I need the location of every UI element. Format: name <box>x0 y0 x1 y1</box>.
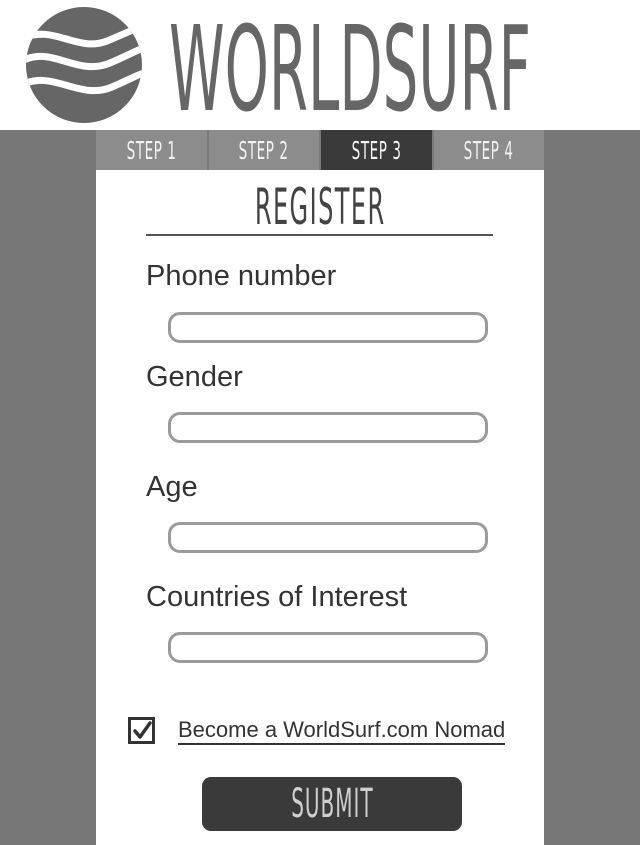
submit-button-label: SUBMIT <box>290 781 374 827</box>
phone-number-field[interactable] <box>168 312 488 343</box>
age-field[interactable] <box>168 522 488 553</box>
gender-label: Gender <box>146 361 243 393</box>
tab-step-2-label: STEP 2 <box>238 135 289 165</box>
countries-of-interest-field[interactable] <box>168 632 488 663</box>
register-card: REGISTER Phone number Gender Age Countri… <box>96 170 544 845</box>
tab-step-1-label: STEP 1 <box>126 135 177 165</box>
tab-step-3[interactable]: STEP 3 <box>321 130 434 170</box>
phone-number-label: Phone number <box>146 260 337 292</box>
tab-step-4[interactable]: STEP 4 <box>433 130 544 170</box>
nomad-checkbox[interactable] <box>128 717 155 744</box>
brand-name: WORLDSURF <box>169 10 531 120</box>
title-divider <box>146 234 493 236</box>
page-title-text: REGISTER <box>254 178 386 236</box>
tab-step-2[interactable]: STEP 2 <box>208 130 321 170</box>
checkmark-icon <box>133 721 152 739</box>
tab-step-4-label: STEP 4 <box>463 135 514 165</box>
age-label: Age <box>146 471 198 503</box>
page-title: REGISTER <box>96 178 544 236</box>
gender-field[interactable] <box>168 412 488 443</box>
submit-button[interactable]: SUBMIT <box>202 777 462 831</box>
tab-step-1[interactable]: STEP 1 <box>96 130 209 170</box>
countries-of-interest-label: Countries of Interest <box>146 581 408 613</box>
tab-step-3-label: STEP 3 <box>351 135 402 165</box>
brand-logo-text: WORLDSURF <box>169 10 531 120</box>
step-tabs: STEP 1 STEP 2 STEP 3 STEP 4 <box>96 130 544 170</box>
site-header: WORLDSURF <box>0 0 640 130</box>
wave-globe-icon <box>26 7 142 123</box>
become-nomad-link[interactable]: Become a WorldSurf.com Nomad <box>178 717 506 745</box>
